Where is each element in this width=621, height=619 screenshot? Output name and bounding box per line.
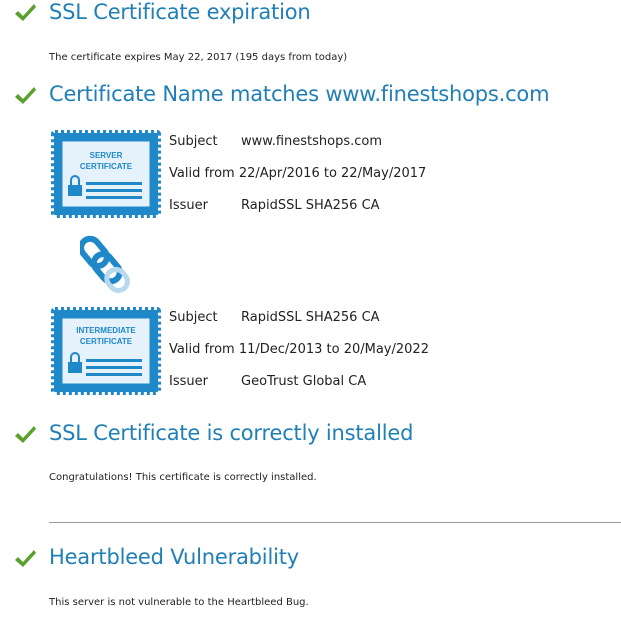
badge-line1: INTERMEDIATE: [76, 326, 136, 335]
checkmark-icon: [15, 87, 36, 104]
intermediate-issuer-value: GeoTrust Global CA: [241, 374, 367, 389]
badge-line1: SERVER: [90, 151, 123, 160]
intermediate-valid-row: Valid from 11/Dec/2013 to 20/May/2022: [169, 342, 429, 357]
server-issuer-value: RapidSSL SHA256 CA: [241, 198, 380, 213]
server-subject-value: www.finestshops.com: [241, 134, 383, 149]
installed-description: Congratulations! This certificate is cor…: [49, 472, 317, 483]
checkmark-icon: [15, 426, 36, 443]
checkmark-icon: [15, 4, 36, 21]
intermediate-issuer-row: Issuer GeoTrust Global CA: [169, 374, 366, 389]
intermediate-subject-label: Subject: [169, 310, 218, 325]
expiration-description: The certificate expires May 22, 2017 (19…: [49, 52, 348, 63]
checkmark-icon: [15, 550, 36, 567]
server-issuer-label: Issuer: [169, 198, 208, 213]
chain-link-icon: [80, 235, 130, 293]
heartbleed-description: This server is not vulnerable to the Hea…: [49, 597, 309, 608]
intermediate-certificate-icon: INTERMEDIATE CERTIFICATE: [51, 307, 161, 395]
section-title-name-match: Certificate Name matches www.finestshops…: [49, 82, 550, 106]
section-title-heartbleed: Heartbleed Vulnerability: [49, 545, 299, 569]
section-title-expiration: SSL Certificate expiration: [49, 0, 311, 24]
badge-line2: CERTIFICATE: [80, 162, 133, 171]
section-divider: [49, 522, 621, 523]
server-certificate-icon: SERVER CERTIFICATE: [51, 130, 161, 218]
server-subject-label: Subject: [169, 134, 218, 149]
intermediate-subject-row: Subject RapidSSL SHA256 CA: [169, 310, 380, 325]
intermediate-subject-value: RapidSSL SHA256 CA: [241, 310, 380, 325]
section-title-installed: SSL Certificate is correctly installed: [49, 421, 414, 445]
badge-line2: CERTIFICATE: [80, 337, 133, 346]
server-valid-row: Valid from 22/Apr/2016 to 22/May/2017: [169, 166, 427, 181]
server-issuer-row: Issuer RapidSSL SHA256 CA: [169, 198, 380, 213]
intermediate-issuer-label: Issuer: [169, 374, 208, 389]
server-subject-row: Subject www.finestshops.com: [169, 134, 382, 149]
